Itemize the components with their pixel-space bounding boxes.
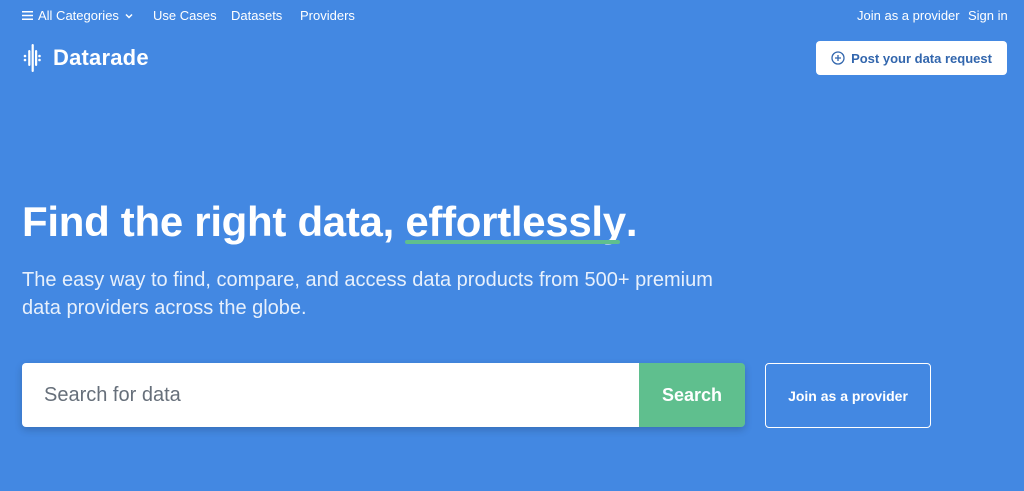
top-navigation: All Categories Use Cases Datasets Provid…	[0, 0, 1024, 30]
hero-title-highlight: effortlessly	[405, 196, 626, 248]
hero-title-prefix: Find the right data,	[22, 198, 406, 245]
all-categories-menu[interactable]: All Categories	[22, 8, 133, 23]
hamburger-icon	[22, 11, 33, 21]
brand-name: Datarade	[53, 45, 149, 70]
plus-circle-icon	[831, 51, 845, 65]
hero-title-suffix: .	[625, 198, 638, 245]
join-as-provider-button[interactable]: Join as a provider	[765, 363, 931, 428]
nav-link-sign-in[interactable]: Sign in	[968, 8, 1008, 23]
post-data-request-button[interactable]: Post your data request	[816, 41, 1007, 75]
nav-link-use-cases[interactable]: Use Cases	[153, 8, 217, 23]
hero-subtitle: The easy way to find, compare, and acces…	[22, 269, 713, 319]
nav-link-datasets[interactable]: Datasets	[231, 8, 282, 23]
nav-link-join-provider[interactable]: Join as a provider	[857, 8, 960, 23]
datarade-logo-icon	[23, 44, 41, 72]
hero-title: Find the right data, effortlessly.	[22, 196, 638, 248]
all-categories-label: All Categories	[38, 8, 119, 23]
search-bar: Search	[22, 363, 745, 427]
search-button[interactable]: Search	[639, 363, 745, 427]
brand-logo[interactable]: Datarade	[22, 42, 149, 74]
chevron-down-icon	[125, 13, 133, 19]
post-data-request-label: Post your data request	[851, 50, 992, 66]
nav-link-providers[interactable]: Providers	[300, 8, 355, 23]
search-input[interactable]	[22, 363, 639, 427]
